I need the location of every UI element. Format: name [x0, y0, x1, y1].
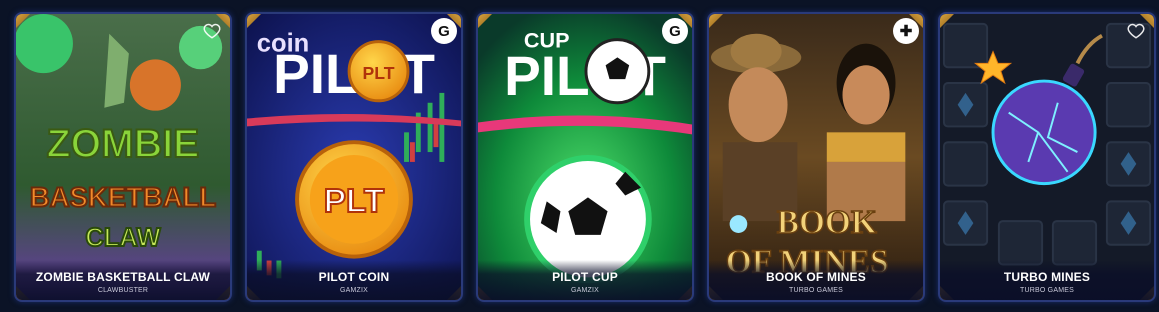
game-card-turbo-mines[interactable]: TURBO MINES TURBO GAMES [938, 12, 1156, 302]
game-title: ZOMBIE BASKETBALL CLAW [35, 270, 211, 284]
game-info: BOOK OF MINES TURBO GAMES [709, 260, 923, 300]
art-text-3: PLT [363, 63, 395, 83]
game-title: PILOT CUP [552, 270, 618, 284]
game-thumbnail: BOOK OF MINES [709, 14, 923, 300]
gamzix-logo-icon: G [431, 18, 457, 44]
game-title: TURBO MINES [1003, 270, 1091, 284]
art-text-3: CLAW [85, 224, 161, 252]
heart-icon[interactable] [203, 22, 221, 40]
game-provider: GAMZIX [570, 287, 600, 294]
game-thumbnail: coin PILOT PLT PLT [247, 14, 461, 300]
game-info: ZOMBIE BASKETBALL CLAW CLAWBUSTER [16, 260, 230, 300]
gamzix-logo-icon: G [662, 18, 688, 44]
game-card-pilot-coin[interactable]: coin PILOT PLT PLT G PILOT COIN GAMZIX [245, 12, 463, 302]
game-title: PILOT COIN [318, 270, 390, 284]
game-card-zombie-basketball-claw[interactable]: ZOMBIE BASKETBALL CLAW ZOMBIE BASKETBALL… [14, 12, 232, 302]
art-text-1: ZOMBIE [47, 122, 200, 166]
game-thumbnail: CUP PILOT [478, 14, 692, 300]
game-provider: TURBO GAMES [1020, 287, 1074, 294]
game-list: ZOMBIE BASKETBALL CLAW ZOMBIE BASKETBALL… [14, 12, 1156, 302]
turbo-games-logo-icon: ✚ [893, 18, 919, 44]
game-provider: CLAWBUSTER [97, 287, 149, 294]
game-title: BOOK OF MINES [766, 270, 866, 284]
art-text-1: BOOK [777, 204, 877, 241]
game-thumbnail: ZOMBIE BASKETBALL CLAW [16, 14, 230, 300]
game-thumbnail [940, 14, 1154, 300]
game-provider: TURBO GAMES [789, 287, 843, 294]
game-info: PILOT COIN GAMZIX [247, 260, 461, 300]
game-provider: GAMZIX [339, 287, 369, 294]
art-text-4: PLT [324, 183, 385, 220]
art-text-2: BASKETBALL [30, 181, 216, 212]
game-card-book-of-mines[interactable]: BOOK OF MINES ✚ BOOK OF MINES TURBO GAME… [707, 12, 925, 302]
game-info: PILOT CUP GAMZIX [478, 260, 692, 300]
heart-icon[interactable] [1127, 22, 1145, 40]
game-card-pilot-cup[interactable]: CUP PILOT G PILOT CUP GAMZIX [476, 12, 694, 302]
game-info: TURBO MINES TURBO GAMES [940, 260, 1154, 300]
